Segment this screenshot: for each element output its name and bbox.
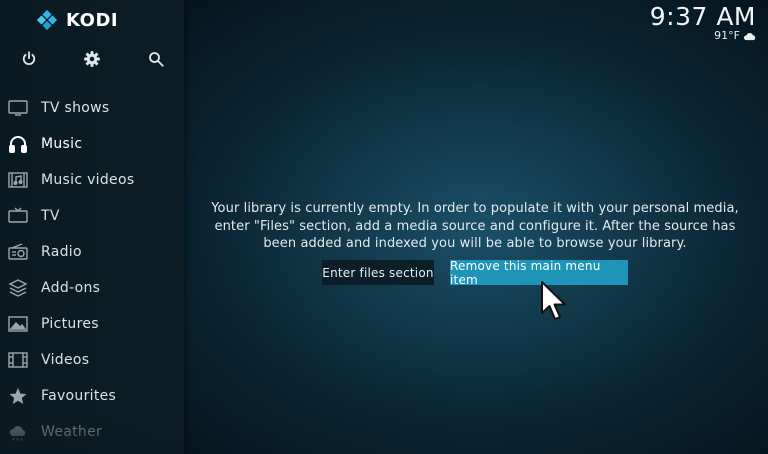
sidebar-item-label: TV (41, 208, 60, 224)
film-icon (8, 351, 28, 369)
sidebar-item-label: Weather (41, 424, 103, 440)
sidebar-item-music-videos[interactable]: Music videos (0, 162, 184, 198)
sidebar-item-label: Music videos (41, 172, 135, 188)
kodi-logo-icon (36, 9, 58, 31)
star-icon (8, 387, 28, 405)
sidebar-item-weather[interactable]: Weather (0, 414, 184, 450)
sidebar: KODI TV shows Music Music videos TV Radi… (0, 0, 184, 454)
radio-icon (8, 243, 28, 261)
settings-icon[interactable] (81, 48, 103, 70)
kodi-brand-text: KODI (66, 9, 119, 31)
sidebar-item-label: TV shows (41, 100, 110, 116)
headphones-icon (8, 135, 28, 153)
sidebar-item-label: Music (41, 136, 83, 152)
sidebar-item-add-ons[interactable]: Add-ons (0, 270, 184, 306)
sidebar-item-label: Pictures (41, 316, 99, 332)
sidebar-item-music[interactable]: Music (0, 126, 184, 162)
enter-files-section-button[interactable]: Enter files section (322, 260, 434, 285)
pictures-icon (8, 315, 28, 333)
sidebar-item-pictures[interactable]: Pictures (0, 306, 184, 342)
sidebar-item-favourites[interactable]: Favourites (0, 378, 184, 414)
clock-widget: 9:37 AM 91°F (650, 2, 756, 42)
sidebar-item-tv[interactable]: TV (0, 198, 184, 234)
sidebar-item-label: Videos (41, 352, 90, 368)
tv-icon (8, 99, 28, 117)
remove-menu-item-button[interactable]: Remove this main menu item (450, 259, 628, 287)
live-tv-icon (8, 207, 28, 225)
top-icons-bar (0, 48, 184, 70)
weather-icon (8, 423, 28, 441)
sidebar-item-radio[interactable]: Radio (0, 234, 184, 270)
mouse-cursor-icon (541, 281, 566, 320)
clock-time: 9:37 AM (649, 2, 756, 31)
search-icon[interactable] (145, 48, 167, 70)
temperature: 91°F (714, 29, 740, 42)
kodi-home-screen: KODI TV shows Music Music videos TV Radi… (0, 0, 768, 454)
sidebar-item-label: Add-ons (41, 280, 101, 296)
music-video-icon (8, 171, 28, 189)
sidebar-item-videos[interactable]: Videos (0, 342, 184, 378)
empty-library-message: Your library is currently empty. In orde… (211, 201, 739, 251)
power-icon[interactable] (18, 48, 40, 70)
addons-icon (8, 279, 28, 297)
kodi-logo[interactable]: KODI (36, 8, 118, 32)
cloud-icon (743, 32, 756, 40)
sidebar-item-label: Radio (41, 244, 82, 260)
sidebar-item-tv-shows[interactable]: TV shows (0, 90, 184, 126)
main-menu: TV shows Music Music videos TV Radio Add… (0, 90, 184, 450)
sidebar-item-label: Favourites (41, 388, 117, 404)
